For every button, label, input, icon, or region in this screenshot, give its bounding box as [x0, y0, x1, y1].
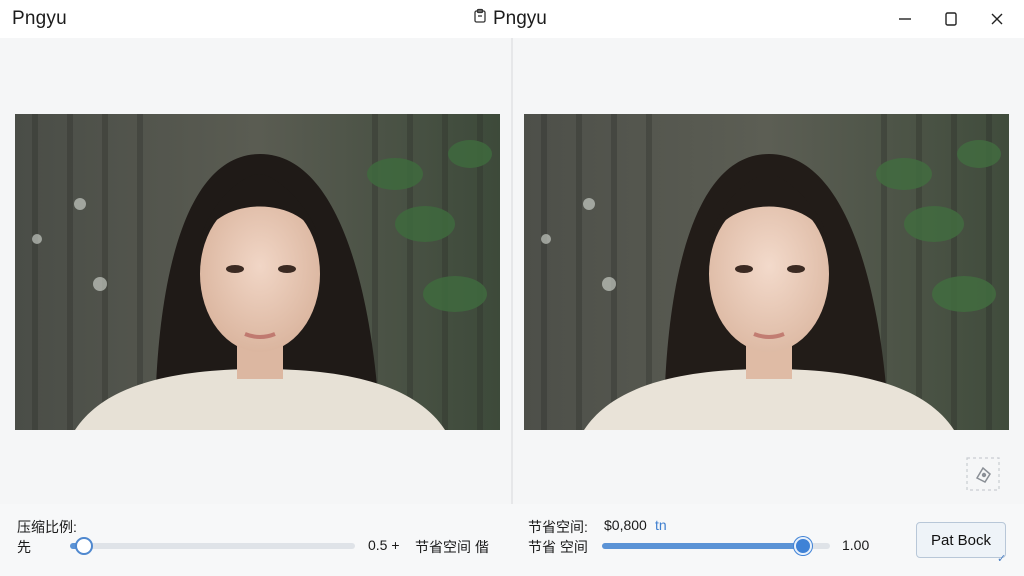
close-button[interactable]	[986, 8, 1008, 30]
center-title: Pngyu	[472, 8, 547, 30]
saved-unit: tn	[655, 517, 667, 533]
minimize-icon	[899, 18, 911, 20]
quality-slider-fill	[602, 543, 803, 549]
app-window: Pngyu Pngyu 压缩比例: 先 0.5 + 节省空间 偕 节省空间: $…	[0, 0, 1024, 576]
app-name: Pngyu	[12, 8, 67, 29]
minimize-button[interactable]	[894, 8, 916, 30]
saved-value: $0,800	[604, 517, 647, 533]
action-button[interactable]: Pat Bock	[916, 522, 1006, 558]
pin-button[interactable]	[965, 456, 1001, 492]
compressed-pane	[513, 38, 1024, 504]
pin-icon	[966, 457, 1000, 491]
original-image	[15, 114, 500, 430]
compression-slider[interactable]	[70, 537, 355, 555]
title-bar: Pngyu Pngyu	[0, 0, 1024, 38]
slider-left-label: 先	[17, 539, 31, 555]
check-icon: ✓	[997, 553, 1007, 565]
bottom-controls	[0, 504, 1024, 576]
original-pane	[0, 38, 511, 504]
center-title-text: Pngyu	[493, 8, 547, 29]
maximize-icon	[945, 12, 957, 26]
save-space-label: 节省空间 偕	[415, 539, 489, 555]
ratio-label: 压缩比例:	[17, 519, 77, 535]
quality-slider-label: 节省 空间	[528, 539, 588, 555]
quality-slider[interactable]	[602, 537, 830, 555]
quality-slider-thumb[interactable]	[794, 537, 812, 555]
ratio-value: 0.5 +	[368, 537, 400, 553]
maximize-button[interactable]	[940, 8, 962, 30]
clipboard-icon	[472, 8, 488, 30]
content-area	[0, 38, 1024, 576]
compression-slider-thumb[interactable]	[75, 537, 93, 555]
close-icon	[991, 13, 1003, 25]
saved-label: 节省空间:	[528, 519, 588, 535]
compressed-image	[524, 114, 1009, 430]
quality-value: 1.00	[842, 537, 870, 553]
